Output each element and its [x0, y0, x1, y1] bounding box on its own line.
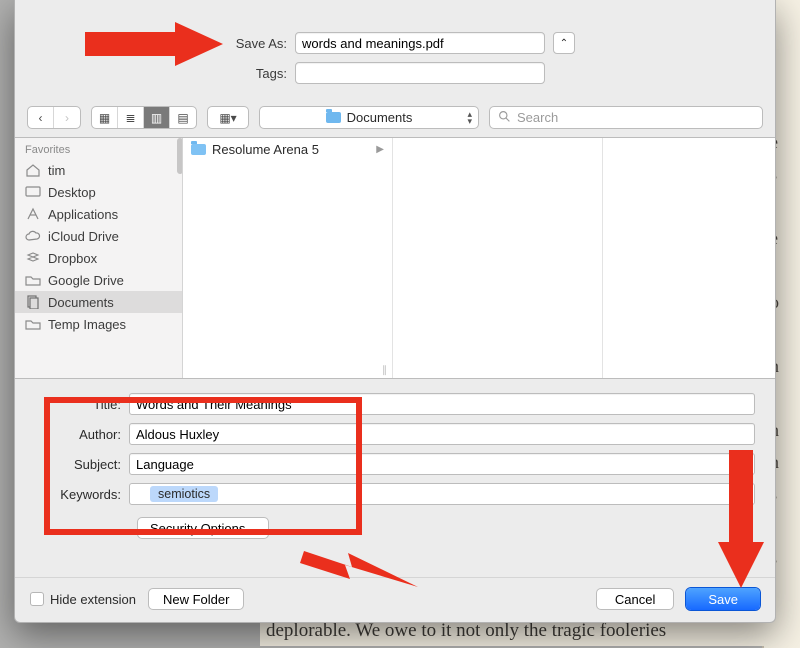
author-label: Author:	[35, 427, 129, 442]
sidebar-item-gdrive[interactable]: Google Drive	[15, 269, 182, 291]
chevron-left-icon: ‹	[39, 111, 43, 125]
sidebar-item-icloud[interactable]: iCloud Drive	[15, 225, 182, 247]
search-placeholder: Search	[517, 110, 558, 125]
folder-icon	[25, 317, 41, 331]
sidebar-item-label: tim	[48, 163, 65, 178]
checkbox-icon	[30, 592, 44, 606]
gallery-icon: ▤	[177, 111, 188, 125]
saveas-input[interactable]	[295, 32, 545, 54]
folder-icon	[326, 112, 341, 123]
hide-extension-label: Hide extension	[50, 592, 136, 607]
sidebar-item-applications[interactable]: Applications	[15, 203, 182, 225]
browser-column-3	[603, 138, 775, 378]
home-icon	[25, 163, 41, 177]
browser-column-1: Resolume Arena 5 ▶ ∥	[183, 138, 393, 378]
chevron-right-icon: ›	[65, 111, 69, 125]
new-folder-button[interactable]: New Folder	[148, 588, 244, 610]
keyword-token[interactable]: semiotics	[150, 486, 218, 502]
sidebar-item-desktop[interactable]: Desktop	[15, 181, 182, 203]
tags-input[interactable]	[295, 62, 545, 84]
desktop-icon	[25, 185, 41, 199]
apps-icon	[25, 207, 41, 221]
docs-icon	[25, 295, 41, 309]
group-icon: ▦▾	[219, 111, 236, 125]
subject-label: Subject:	[35, 457, 129, 472]
security-options-button[interactable]: Security Options...	[137, 517, 269, 539]
author-input[interactable]	[129, 423, 755, 445]
nav-back-forward: ‹ ›	[27, 106, 81, 129]
tags-label: Tags:	[35, 66, 295, 81]
group-menu[interactable]: ▦▾	[207, 106, 249, 129]
sidebar-item-label: Google Drive	[48, 273, 124, 288]
grid-icon: ▦	[99, 111, 110, 125]
view-icons-button[interactable]: ▦	[92, 107, 118, 128]
cloud-icon	[25, 229, 41, 243]
sidebar-item-label: Temp Images	[48, 317, 126, 332]
column-resize-handle[interactable]: ∥	[382, 365, 388, 376]
sidebar-item-label: iCloud Drive	[48, 229, 119, 244]
sidebar-item-label: Desktop	[48, 185, 96, 200]
search-input[interactable]: Search	[489, 106, 763, 129]
view-columns-button[interactable]: ▥	[144, 107, 170, 128]
location-label: Documents	[347, 110, 413, 125]
sidebar-section-label: Favorites	[15, 138, 182, 159]
folder-icon	[25, 273, 41, 287]
browser-column-2	[393, 138, 603, 378]
sidebar-item-label: Applications	[48, 207, 118, 222]
hide-extension-checkbox[interactable]: Hide extension	[30, 592, 136, 607]
location-popup[interactable]: Documents ▴▾	[259, 106, 479, 129]
keywords-label: Keywords:	[35, 487, 129, 502]
view-gallery-button[interactable]: ▤	[170, 107, 196, 128]
view-list-button[interactable]: ≣	[118, 107, 144, 128]
back-button[interactable]: ‹	[28, 107, 54, 128]
forward-button[interactable]: ›	[54, 107, 80, 128]
folder-icon	[191, 144, 206, 155]
sidebar: Favorites tim Desktop Applications iClou…	[15, 138, 183, 378]
sidebar-item-label: Documents	[48, 295, 114, 310]
search-icon	[498, 110, 511, 126]
title-label: Title:	[35, 397, 129, 412]
sidebar-item-documents[interactable]: Documents	[15, 291, 182, 313]
cancel-button[interactable]: Cancel	[596, 588, 674, 610]
saveas-label: Save As:	[35, 36, 295, 51]
sidebar-item-tim[interactable]: tim	[15, 159, 182, 181]
save-button[interactable]: Save	[686, 588, 760, 610]
view-mode-segment: ▦ ≣ ▥ ▤	[91, 106, 197, 129]
columns-icon: ▥	[151, 111, 162, 125]
folder-item-resolume[interactable]: Resolume Arena 5 ▶	[183, 138, 392, 161]
sidebar-item-label: Dropbox	[48, 251, 97, 266]
chevron-up-icon: ⌃	[560, 38, 568, 49]
sidebar-item-dropbox[interactable]: Dropbox	[15, 247, 182, 269]
dropbox-icon	[25, 251, 41, 265]
save-dialog: Save As: ⌃ Tags: ‹ › ▦ ≣ ▥ ▤ ▦▾ Document…	[14, 0, 776, 623]
keywords-input[interactable]: semiotics	[129, 483, 755, 505]
title-input[interactable]	[129, 393, 755, 415]
updown-icon: ▴▾	[467, 111, 472, 125]
browser-toolbar: ‹ › ▦ ≣ ▥ ▤ ▦▾ Documents ▴▾ Search	[15, 102, 775, 137]
chevron-right-icon: ▶	[376, 144, 384, 155]
collapse-toggle[interactable]: ⌃	[553, 32, 575, 54]
sidebar-item-temp-images[interactable]: Temp Images	[15, 313, 182, 335]
dialog-footer: Hide extension New Folder Cancel Save	[15, 577, 775, 622]
file-browser: Favorites tim Desktop Applications iClou…	[15, 137, 775, 379]
folder-item-label: Resolume Arena 5	[212, 142, 319, 157]
subject-input[interactable]	[129, 453, 755, 475]
pdf-metadata-section: Title: Author: Subject: Keywords: semiot…	[15, 379, 775, 543]
list-icon: ≣	[125, 111, 135, 125]
